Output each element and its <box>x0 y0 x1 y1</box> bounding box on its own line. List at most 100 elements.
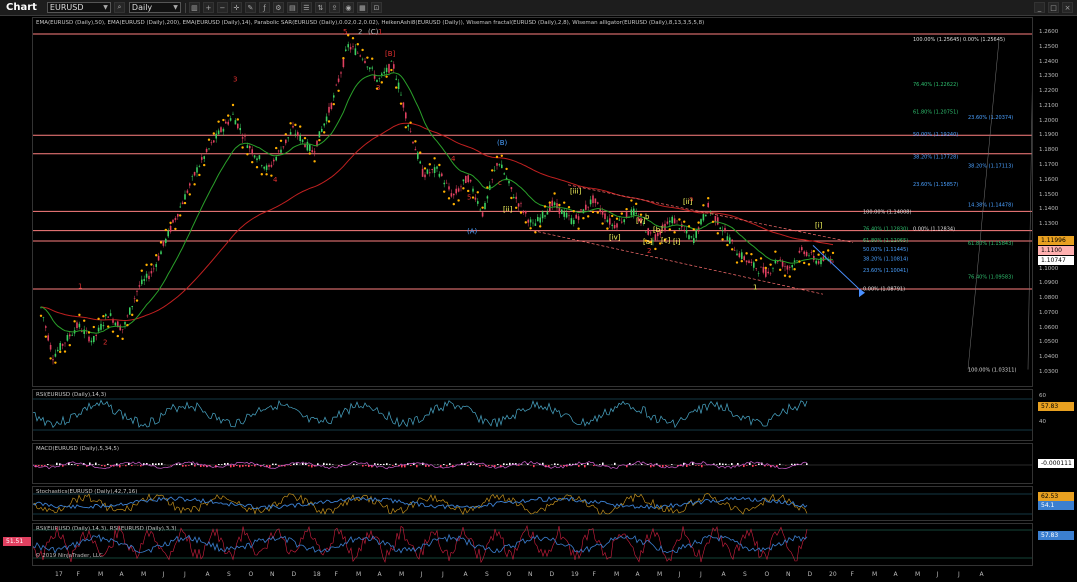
macd-pane[interactable]: MACD(EURUSD (Daily),5,34,5) <box>32 443 1033 484</box>
sar-dot <box>419 151 422 154</box>
price-axis[interactable]: 1.2600 1.2500 1.2400 1.2300 1.2200 1.2100 1.20… <box>1036 17 1077 387</box>
candle-body <box>124 322 126 325</box>
candle-body <box>102 325 105 327</box>
candle-body <box>145 273 148 278</box>
sar-dot <box>145 263 148 267</box>
candle-body <box>671 216 673 224</box>
candle-body <box>421 168 424 177</box>
drawing-tools-icon[interactable]: ✎ <box>244 2 256 13</box>
search-icon[interactable]: ⌕ <box>113 2 125 13</box>
sar-dot <box>236 118 239 121</box>
sar-dot <box>774 250 777 253</box>
candle-body <box>345 49 347 51</box>
maximize-icon[interactable]: □ <box>1048 2 1059 13</box>
lock-icon[interactable]: ⊡ <box>370 2 382 13</box>
data-box-icon[interactable]: ▦ <box>356 2 368 13</box>
sar-dot <box>462 187 465 190</box>
candle-body <box>59 343 61 351</box>
templates-icon[interactable]: ▤ <box>286 2 298 13</box>
candle-body <box>606 219 609 222</box>
price-axis-tick: 1.0600 <box>1039 324 1059 331</box>
rsi2-pane[interactable]: RSI(EURUSD (Daily),14,3), RSI(EURUSD (Da… <box>32 523 1033 566</box>
price-pane[interactable]: EMA(EURUSD (Daily),50), EMA(EURUSD (Dail… <box>32 17 1033 387</box>
candle-body <box>832 261 834 263</box>
macd-histogram-bar <box>236 465 238 467</box>
last-price-tag: 1.10747 <box>1038 256 1074 265</box>
zoom-out-icon[interactable]: − <box>216 2 228 13</box>
time-axis-label: N <box>528 571 533 578</box>
time-axis-label: A <box>377 571 382 578</box>
sar-dot <box>255 166 259 169</box>
sar-dot <box>68 343 71 347</box>
macd-histogram-bar <box>386 463 388 465</box>
candle-body <box>431 169 433 171</box>
sar-dot <box>265 173 268 176</box>
candle-body <box>673 218 676 224</box>
candle-body <box>599 209 601 212</box>
indicators-icon[interactable]: ƒ <box>258 2 270 13</box>
candle-body <box>702 214 705 221</box>
sar-dot <box>231 103 235 107</box>
candle-body <box>229 118 232 121</box>
time-axis-label: F <box>850 571 854 578</box>
candle-body <box>136 290 138 292</box>
macd-histogram-bar <box>362 465 364 467</box>
time-axis-label: M <box>614 571 620 578</box>
time-axis-label: 19 <box>571 571 579 578</box>
instrument-selector[interactable]: EURUSD ▼ <box>46 2 111 13</box>
candle-body <box>405 112 407 119</box>
fib-level-label: 50.00% (1.19240) <box>913 132 958 138</box>
sar-dot <box>179 214 182 217</box>
macd-histogram-bar <box>317 463 319 465</box>
macd-histogram-bar <box>140 465 142 467</box>
macd-histogram-bar <box>221 464 223 465</box>
price-axis-tick: 1.1900 <box>1039 132 1059 139</box>
candle-body <box>522 210 525 213</box>
rsi-pane[interactable]: RSI(EURUSD (Daily),14,3) <box>32 389 1033 441</box>
bar-type-icon[interactable]: ▥ <box>188 2 200 13</box>
macd-histogram-bar <box>689 465 691 466</box>
candle-body <box>285 139 287 144</box>
candle-body <box>289 132 292 135</box>
share-icon[interactable]: ⇪ <box>328 2 340 13</box>
macd-histogram-bar <box>641 464 643 465</box>
close-icon[interactable]: × <box>1062 2 1073 13</box>
strategies-icon[interactable]: ⚙ <box>272 2 284 13</box>
candle-body <box>541 211 544 219</box>
stochastics-pane[interactable]: Stochastics(EURUSD (Daily),42,7,16) <box>32 486 1033 521</box>
candle-body <box>813 255 815 261</box>
sar-dot <box>452 202 455 206</box>
candle-body <box>798 250 801 253</box>
chart-trader-icon[interactable]: ⇅ <box>314 2 326 13</box>
sar-dot <box>515 206 518 209</box>
sar-dot <box>183 201 187 205</box>
candle-body <box>753 262 755 268</box>
macd-histogram-bar <box>218 463 220 465</box>
sar-dot <box>668 228 671 231</box>
macd-histogram-bar <box>275 463 277 465</box>
sar-dot <box>553 192 556 195</box>
sar-dot <box>308 152 311 155</box>
candle-body <box>347 44 349 48</box>
macd-histogram-bar <box>533 465 535 468</box>
candle-body <box>633 208 635 216</box>
minimize-icon[interactable]: _ <box>1034 2 1045 13</box>
candle-body <box>570 218 573 224</box>
zoom-in-icon[interactable]: + <box>202 2 214 13</box>
candle-body <box>755 268 757 270</box>
candle-body <box>762 266 765 273</box>
sar-dot <box>495 155 499 159</box>
macd-histogram-bar <box>341 464 343 465</box>
crosshair-icon[interactable]: ✛ <box>230 2 242 13</box>
stochastics-d-line <box>33 496 808 510</box>
wave-label: 3 <box>376 84 380 92</box>
interval-selector[interactable]: Daily ▼ <box>128 2 181 13</box>
wave-label: (C) <box>368 28 379 36</box>
snapshot-icon[interactable]: ◉ <box>342 2 354 13</box>
macd-histogram-bar <box>701 465 703 468</box>
properties-icon[interactable]: ☰ <box>300 2 312 13</box>
macd-histogram-bar <box>101 465 103 467</box>
macd-histogram-bar <box>446 465 448 467</box>
candle-body <box>815 260 817 264</box>
sar-dot <box>673 231 676 234</box>
